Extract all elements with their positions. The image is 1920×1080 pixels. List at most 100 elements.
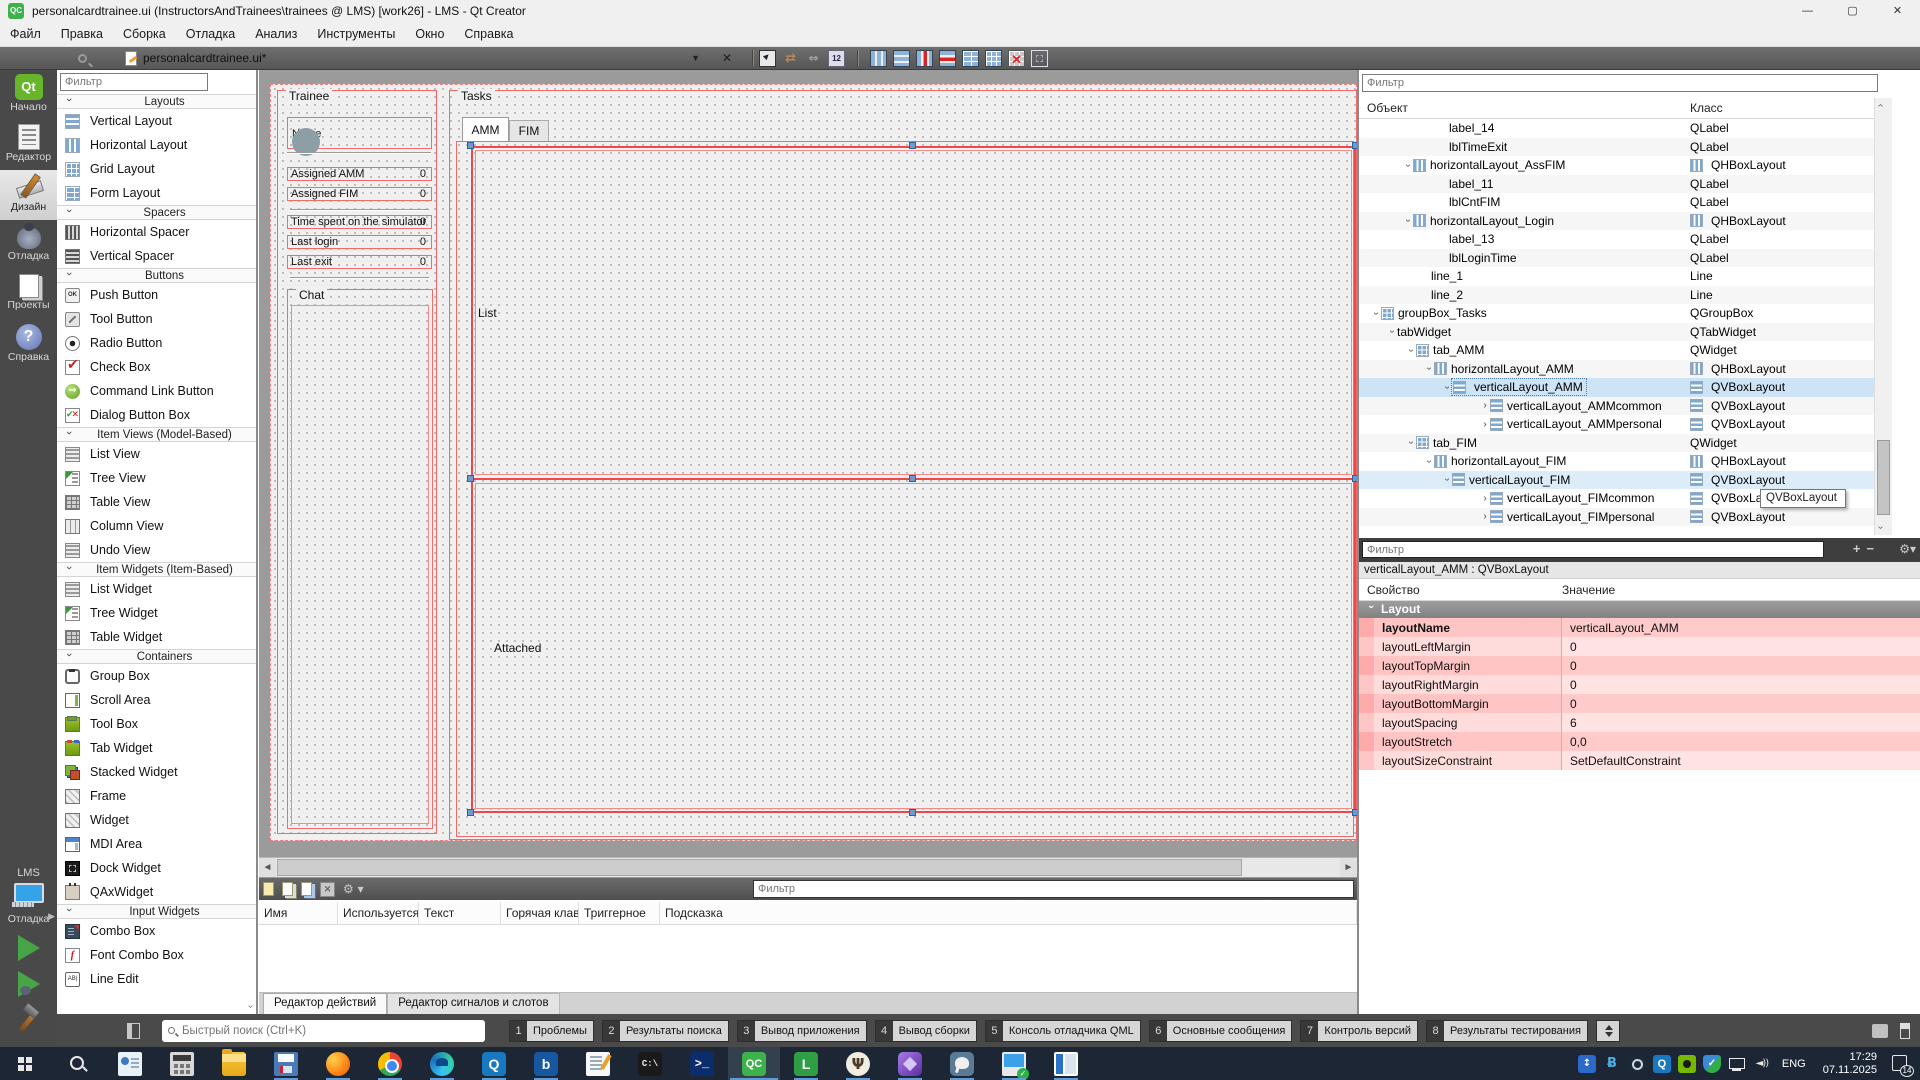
tree-row-horizontalLayout_AMM[interactable]: ›horizontalLayout_AMMQHBoxLayout — [1359, 360, 1874, 379]
property-value[interactable]: 0,0 — [1562, 732, 1920, 751]
chevron-down-icon[interactable]: › — [1442, 475, 1453, 485]
menu-item-Справка[interactable]: Справка — [454, 22, 523, 46]
mode-item-projects[interactable]: Проекты — [0, 270, 57, 320]
widget-item-tool-button[interactable]: Tool Button — [57, 307, 256, 331]
taskbar-calculator[interactable] — [156, 1047, 208, 1080]
taskbar-notepad[interactable] — [572, 1047, 624, 1080]
output-pane-spinner[interactable] — [1596, 1020, 1620, 1042]
progress-icon[interactable] — [1872, 1024, 1888, 1038]
chevron-right-icon[interactable]: › — [1480, 419, 1490, 430]
menu-item-Сборка[interactable]: Сборка — [113, 22, 176, 46]
selection-handle[interactable] — [467, 809, 474, 816]
taskbar-panel-app[interactable] — [1040, 1047, 1092, 1080]
kit-selector[interactable]: ▶ — [0, 883, 57, 907]
chevron-down-icon[interactable]: › — [1403, 216, 1414, 226]
chevron-right-icon[interactable]: › — [1480, 511, 1490, 522]
tree-row-verticalLayout_AMMpersonal[interactable]: ›verticalLayout_AMMpersonalQVBoxLayout — [1359, 415, 1874, 434]
menu-item-Отладка[interactable]: Отладка — [176, 22, 245, 46]
property-row-layoutStretch[interactable]: layoutStretch0,0 — [1359, 732, 1920, 751]
bluetooth-icon[interactable] — [1603, 1055, 1621, 1073]
tree-row-line_2[interactable]: line_2Line — [1359, 286, 1874, 305]
scrollbar-thumb[interactable] — [277, 859, 1242, 876]
network-icon[interactable] — [1728, 1056, 1746, 1074]
column-property[interactable]: Свойство — [1367, 583, 1420, 597]
widget-item-grid-layout[interactable]: Grid Layout — [57, 157, 256, 181]
tree-row-line_1[interactable]: line_1Line — [1359, 267, 1874, 286]
widget-box-filter-input[interactable] — [60, 73, 208, 91]
widget-category-Item Widgets (Item-Based)[interactable]: ›Item Widgets (Item-Based) — [57, 562, 256, 577]
taskbar-q-app[interactable]: Q — [468, 1047, 520, 1080]
output-pane-2[interactable]: 2Результаты поиска — [602, 1020, 729, 1042]
output-pane-5[interactable]: 5Консоль отладчика QML — [985, 1020, 1141, 1042]
output-pane-4[interactable]: 4Вывод сборки — [875, 1020, 977, 1042]
run-icon[interactable] — [18, 935, 40, 961]
output-pane-7[interactable]: 7Контроль версий — [1300, 1020, 1418, 1042]
form-root[interactable]: Trainee Name Assigned AMM0Assigned FIM0T… — [270, 84, 1357, 841]
chevron-down-icon[interactable]: › — [1406, 345, 1417, 355]
taskbar-floppy-app[interactable] — [260, 1047, 312, 1080]
selection-handle[interactable] — [909, 142, 916, 149]
widget-item-tree-widget[interactable]: Tree Widget — [57, 601, 256, 625]
canvas-horizontal-scrollbar[interactable]: ◄ ► — [259, 857, 1357, 877]
property-filter-input[interactable] — [1362, 541, 1824, 558]
column-object[interactable]: Объект — [1367, 101, 1408, 115]
property-row-layoutName[interactable]: layoutNameverticalLayout_AMM — [1359, 618, 1920, 637]
chevron-down-icon[interactable]: › — [1406, 438, 1417, 448]
taskbar-people[interactable] — [104, 1047, 156, 1080]
field-row-last-exit[interactable]: Last exit0 — [287, 255, 432, 269]
mode-item-design[interactable]: Дизайн — [0, 170, 57, 220]
output-pane-3[interactable]: 3Вывод приложения — [737, 1020, 867, 1042]
tree-row-lblCntFIM[interactable]: lblCntFIMQLabel — [1359, 193, 1874, 212]
selection-handle[interactable] — [467, 142, 474, 149]
menu-item-Окно[interactable]: Окно — [405, 22, 454, 46]
locator-icon[interactable] — [78, 54, 87, 63]
widget-item-push-button[interactable]: Push Button — [57, 283, 256, 307]
column-class[interactable]: Класс — [1690, 101, 1723, 115]
edit-widgets-icon[interactable] — [759, 50, 776, 67]
property-row-layoutBottomMargin[interactable]: layoutBottomMargin0 — [1359, 694, 1920, 713]
splitter-vertical-icon[interactable] — [939, 50, 956, 67]
scroll-left-icon[interactable]: ◄ — [259, 858, 276, 877]
edit-signals-slots-icon[interactable] — [782, 50, 799, 67]
adjust-size-icon[interactable] — [1031, 50, 1048, 67]
tree-row-label_13[interactable]: label_13QLabel — [1359, 230, 1874, 249]
widget-category-Item Views (Model-Based)[interactable]: ›Item Views (Model-Based) — [57, 427, 256, 442]
selection-handle[interactable] — [909, 809, 916, 816]
widget-item-font-combo-box[interactable]: Font Combo Box — [57, 943, 256, 967]
taskbar-mail[interactable]: b — [520, 1047, 572, 1080]
mode-item-welcome[interactable]: Начало — [0, 70, 57, 120]
chevron-down-icon[interactable]: › — [1424, 364, 1435, 374]
taskbar-cmd[interactable] — [624, 1047, 676, 1080]
nvidia-icon[interactable] — [1678, 1055, 1696, 1073]
widget-item-widget[interactable]: Widget — [57, 808, 256, 832]
chevron-down-icon[interactable]: › — [1403, 160, 1414, 170]
taskbar-powershell[interactable] — [676, 1047, 728, 1080]
taskbar-lms-app[interactable]: L — [780, 1047, 832, 1080]
chevron-down-icon[interactable]: › — [1387, 327, 1398, 337]
property-value[interactable]: 0 — [1562, 637, 1920, 656]
property-value[interactable]: 6 — [1562, 713, 1920, 732]
widget-category-Layouts[interactable]: ›Layouts — [57, 94, 256, 109]
delete-action-icon[interactable]: ✕ — [320, 882, 335, 897]
tree-row-lblTimeExit[interactable]: lblTimeExitQLabel — [1359, 138, 1874, 157]
output-pane-1[interactable]: 1Проблемы — [509, 1020, 594, 1042]
clock[interactable]: 17:29 07.11.2025 — [1823, 1051, 1877, 1077]
tab-Редактор действий[interactable]: Редактор действий — [263, 993, 387, 1014]
widget-category-Containers[interactable]: ›Containers — [57, 649, 256, 664]
tree-row-verticalLayout_FIM[interactable]: ›verticalLayout_FIMQVBoxLayout — [1359, 471, 1874, 490]
menu-item-Инструменты[interactable]: Инструменты — [307, 22, 405, 46]
widget-item-table-widget[interactable]: Table Widget — [57, 625, 256, 649]
property-value[interactable]: 0 — [1562, 675, 1920, 694]
widget-item-horizontal-layout[interactable]: Horizontal Layout — [57, 133, 256, 157]
tree-row-verticalLayout_AMM[interactable]: ›verticalLayout_AMMQVBoxLayout — [1359, 378, 1874, 397]
widget-item-command-link-button[interactable]: Command Link Button — [57, 379, 256, 403]
widget-item-column-view[interactable]: Column View — [57, 514, 256, 538]
close-button[interactable]: ✕ — [1875, 0, 1920, 22]
name-field-row[interactable]: Name — [287, 117, 432, 149]
widget-item-form-layout[interactable]: Form Layout — [57, 181, 256, 205]
layout-form-icon[interactable] — [962, 50, 979, 67]
tree-row-verticalLayout_FIMpersonal[interactable]: ›verticalLayout_FIMpersonalQVBoxLayout — [1359, 508, 1874, 527]
menu-item-Файл[interactable]: Файл — [0, 22, 51, 46]
widget-item-line-edit[interactable]: Line Edit — [57, 967, 256, 991]
break-layout-icon[interactable] — [1008, 50, 1025, 67]
